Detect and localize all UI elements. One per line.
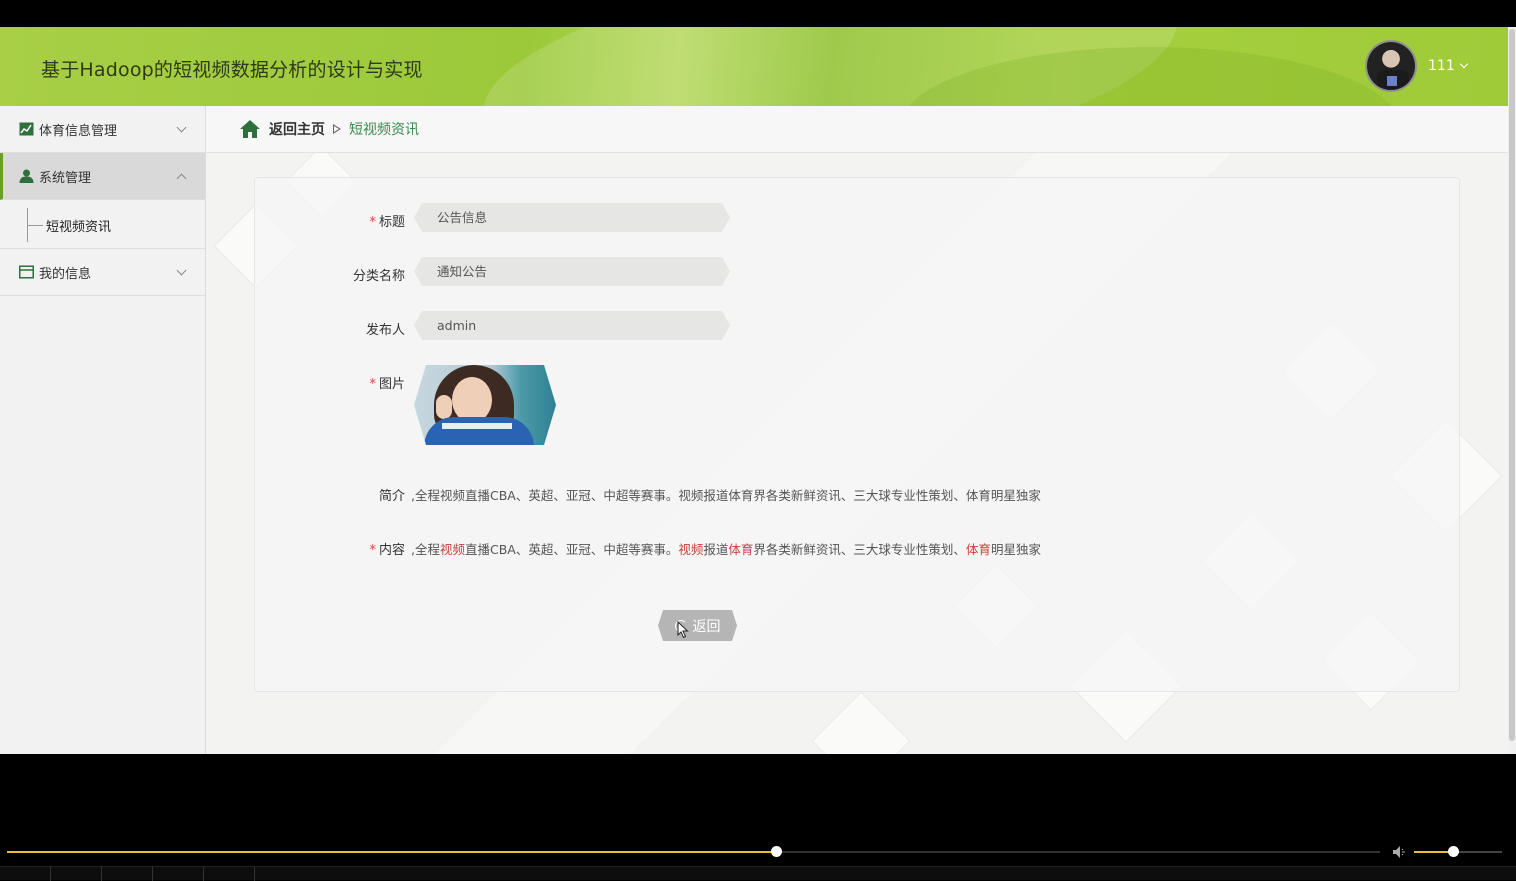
volume-slider[interactable] [1414,846,1502,857]
publisher-label: 发布人 [365,323,405,338]
required-mark: * [369,377,376,392]
app-window: 基于Hadoop的短视频数据分析的设计与实现 111 体育信息管理 系统管理 短… [0,27,1508,754]
user-name: 111 [1428,58,1455,74]
content-text: ,全程视频直播CBA、英超、亚冠、中超等赛事。视频报道体育界各类新鲜资讯、三大球… [411,542,1041,557]
chevron-up-icon [176,173,187,184]
chevron-down-icon [176,122,187,133]
breadcrumb-current: 短视频资讯 [349,122,419,138]
sidebar-item-sports-info[interactable]: 体育信息管理 [0,106,205,153]
volume-level [1414,851,1453,853]
app-title: 基于Hadoop的短视频数据分析的设计与实现 [41,59,423,81]
breadcrumb-home-link[interactable]: 返回主页 [269,119,325,139]
sidebar-subitem-label: 短视频资讯 [46,220,112,235]
summary-label: 简介 [378,489,405,504]
page-scrollbar[interactable] [1508,27,1516,754]
title-field[interactable]: 公告信息 [414,203,730,232]
user-menu[interactable]: 111 [1428,58,1468,74]
detail-form-card: * 标题 公告信息 分类名称 通知公告 发布人 admin * 图片 简介 ,全程视… [254,177,1460,692]
back-button-label: 返回 [692,618,721,635]
sidebar: 体育信息管理 系统管理 短视频资讯 我的信息 [0,106,206,754]
chart-icon [19,122,34,136]
main-content: 返回主页 短视频资讯 * 标题 公告信息 分类名称 通知公告 发布人 admin … [206,106,1508,754]
chevron-down-icon [1459,59,1468,69]
home-icon[interactable] [239,119,261,139]
content-label: * 内容 [369,543,405,558]
video-top-bar [0,0,1516,27]
sidebar-item-label: 系统管理 [39,170,92,186]
breadcrumb: 返回主页 短视频资讯 [206,106,1508,153]
breadcrumb-separator-icon [333,124,341,134]
category-field[interactable]: 通知公告 [414,257,730,286]
publisher-field[interactable]: admin [414,311,730,340]
taskbar [0,866,1516,881]
sidebar-item-label: 我的信息 [39,266,92,282]
seek-bar[interactable] [7,846,1380,857]
card-icon [19,265,34,279]
required-mark: * [369,215,376,230]
required-mark: * [369,543,376,558]
user-icon [19,169,34,183]
news-image [414,365,556,445]
sidebar-item-label: 体育信息管理 [39,123,118,139]
volume-icon[interactable] [1392,845,1408,859]
header: 基于Hadoop的短视频数据分析的设计与实现 111 [0,27,1508,106]
avatar[interactable] [1365,40,1417,92]
sidebar-item-my-info[interactable]: 我的信息 [0,249,205,296]
title-label: * 标题 [369,215,405,230]
image-label: * 图片 [369,377,405,392]
mouse-cursor-icon [677,621,689,639]
volume-handle[interactable] [1447,846,1459,857]
sidebar-item-system[interactable]: 系统管理 [0,153,205,200]
seek-handle[interactable] [770,846,782,857]
chevron-down-icon [176,265,187,276]
video-player-controls [0,754,1516,880]
category-label: 分类名称 [352,269,405,284]
seek-played [7,851,776,853]
summary-text: ,全程视频直播CBA、英超、亚冠、中超等赛事。视频报道体育界各类新鲜资讯、三大球… [411,488,1041,503]
back-button[interactable]: 返回 [658,610,737,641]
scrollbar-thumb[interactable] [1509,29,1515,741]
sidebar-subitem-short-video-news[interactable]: 短视频资讯 [0,200,205,249]
